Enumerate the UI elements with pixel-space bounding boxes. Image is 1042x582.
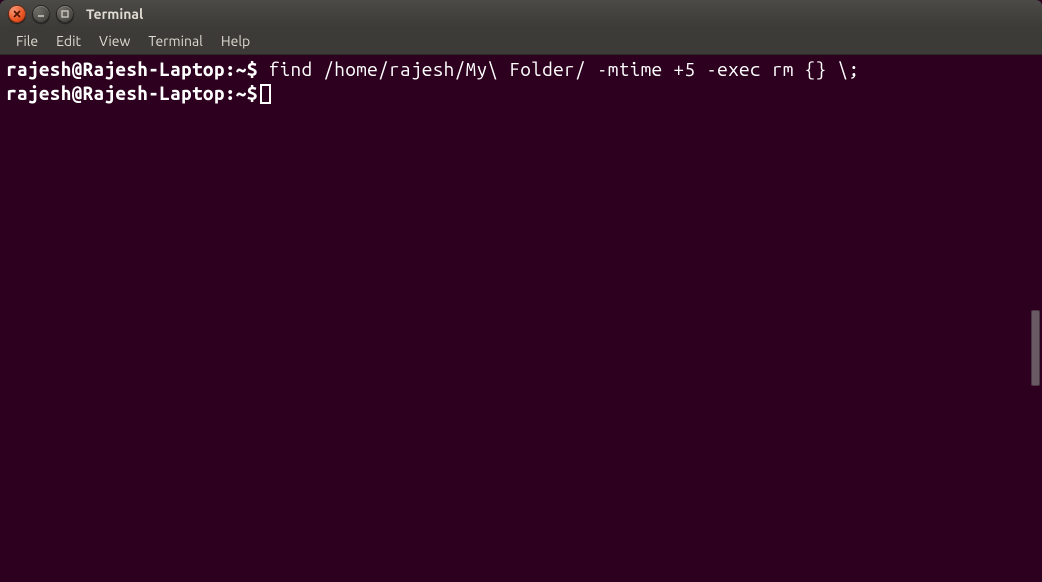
menu-help[interactable]: Help	[213, 30, 258, 52]
window-buttons	[8, 5, 74, 23]
menu-file[interactable]: File	[8, 30, 46, 52]
titlebar: Terminal	[0, 0, 1042, 28]
close-icon	[13, 10, 21, 18]
prompt-path: ~	[236, 82, 247, 104]
prompt-symbol: $	[247, 58, 258, 80]
maximize-button[interactable]	[56, 5, 74, 23]
terminal-window: Terminal File Edit View Terminal Help ra…	[0, 0, 1042, 582]
prompt-path: ~	[236, 58, 247, 80]
menu-terminal[interactable]: Terminal	[140, 30, 211, 52]
menubar: File Edit View Terminal Help	[0, 28, 1042, 55]
prompt-user-host: rajesh@Rajesh-Laptop	[6, 82, 225, 104]
menu-view[interactable]: View	[91, 30, 138, 52]
terminal-line: rajesh@Rajesh-Laptop:~$	[6, 81, 1036, 105]
scrollbar-thumb[interactable]	[1031, 310, 1040, 386]
terminal-line: rajesh@Rajesh-Laptop:~$ find /home/rajes…	[6, 57, 1036, 81]
terminal-output[interactable]: rajesh@Rajesh-Laptop:~$ find /home/rajes…	[0, 55, 1042, 582]
prompt-separator: :	[225, 58, 236, 80]
minimize-icon	[37, 10, 45, 18]
prompt-symbol: $	[247, 82, 258, 104]
menu-edit[interactable]: Edit	[48, 30, 89, 52]
close-button[interactable]	[8, 5, 26, 23]
prompt-separator: :	[225, 82, 236, 104]
minimize-button[interactable]	[32, 5, 50, 23]
prompt-user-host: rajesh@Rajesh-Laptop	[6, 58, 225, 80]
cursor	[260, 84, 271, 104]
window-title: Terminal	[86, 6, 143, 22]
command-text: find /home/rajesh/My\ Folder/ -mtime +5 …	[269, 58, 860, 80]
maximize-icon	[61, 10, 69, 18]
